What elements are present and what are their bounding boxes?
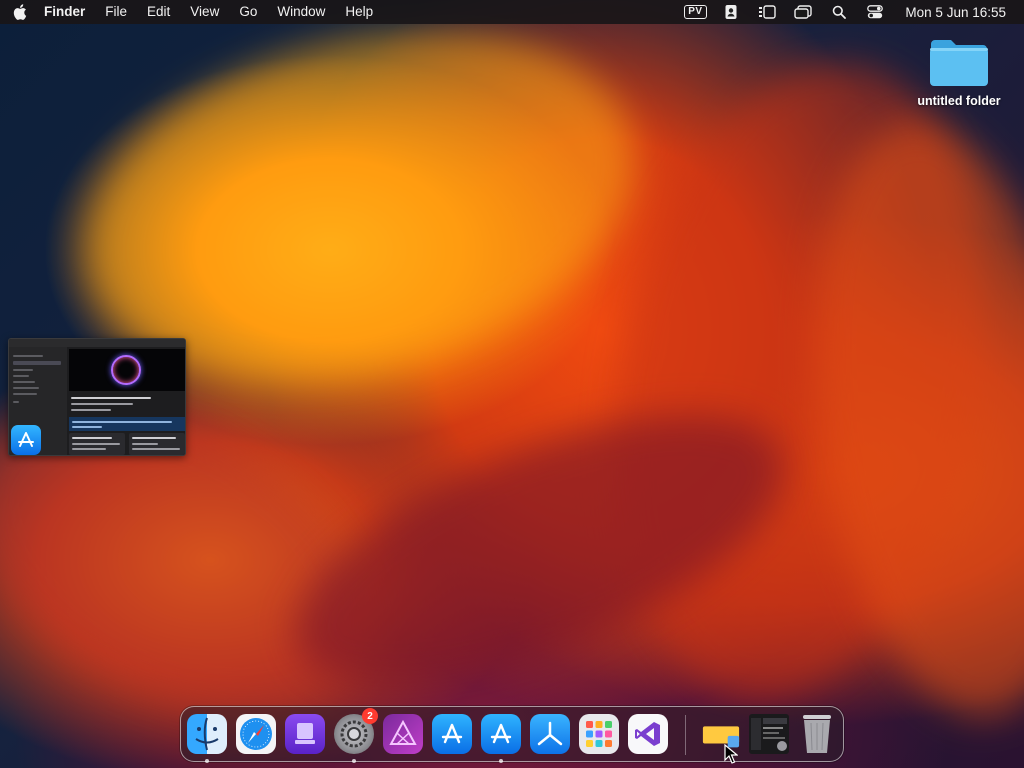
dock-finder-icon[interactable] [187,714,227,754]
dock-app-store-icon[interactable] [432,714,472,754]
contact-card-icon[interactable] [713,0,749,24]
app-store-window-thumbnail[interactable] [8,338,186,456]
menu-file[interactable]: File [95,0,137,24]
folder-icon [930,40,988,86]
desktop-folder-untitled[interactable]: untitled folder [910,36,1008,108]
menu-help[interactable]: Help [335,0,383,24]
spotlight-search-icon[interactable] [821,0,857,24]
dock-visual-studio-icon[interactable] [628,714,668,754]
menu-go[interactable]: Go [229,0,267,24]
apple-menu-icon[interactable] [0,4,40,20]
dock-system-settings-icon[interactable]: 2 [334,708,378,754]
menu-edit[interactable]: Edit [137,0,180,24]
dock-configurator-icon[interactable] [285,714,325,754]
dock-minimized-window[interactable] [749,714,789,754]
dock: 2 [180,706,844,763]
dock-trash-icon[interactable] [797,714,837,754]
app-store-icon [11,425,41,455]
dock-separator [685,715,686,755]
pv-status-icon[interactable]: PV [677,0,713,24]
dock-affinity-photo-icon[interactable] [383,714,423,754]
dock-launchpad-icon[interactable] [579,714,619,754]
menu-bar: Finder File Edit View Go Window Help PV [0,0,1024,24]
menu-clock[interactable]: Mon 5 Jun 16:55 [893,5,1006,20]
mission-control-icon[interactable] [785,0,821,24]
menu-view[interactable]: View [180,0,229,24]
dock-safari-icon[interactable] [236,714,276,754]
menu-finder[interactable]: Finder [40,0,95,24]
mouse-cursor-icon [724,743,739,768]
dock-app-store-icon-2[interactable] [481,714,521,754]
menu-window[interactable]: Window [267,0,335,24]
stage-manager-icon[interactable] [749,0,785,24]
folder-label: untitled folder [917,94,1001,108]
dock-instruments-icon[interactable] [530,714,570,754]
notification-badge: 2 [362,708,378,724]
control-center-icon[interactable] [857,0,893,24]
